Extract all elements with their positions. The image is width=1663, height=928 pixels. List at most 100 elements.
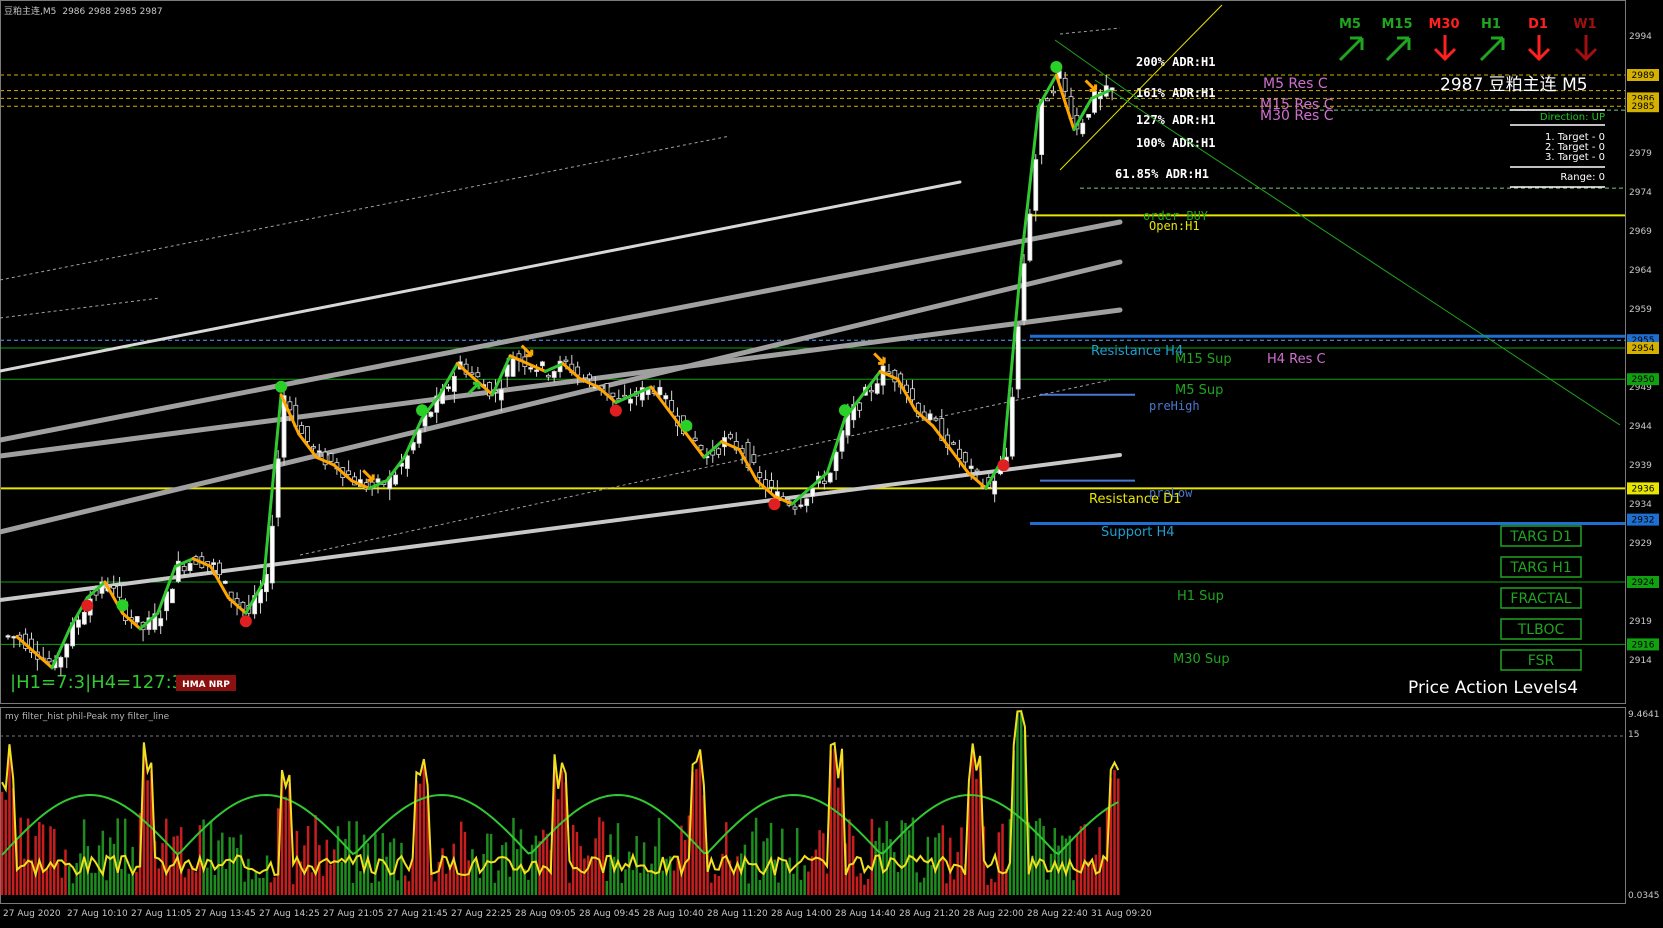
signal-arrow-down	[873, 352, 886, 365]
target-3-label: 3. Target - 0	[1545, 152, 1605, 163]
price-marker-label: 2954	[1632, 344, 1655, 354]
candle-body	[545, 374, 551, 378]
candle-body	[64, 643, 70, 658]
indicator-button-targ-d1[interactable]: TARG D1	[1500, 525, 1582, 547]
indicator-button-fsr[interactable]: FSR	[1500, 649, 1582, 671]
time-tick-label: 28 Aug 14:00	[771, 909, 832, 919]
time-tick-label: 28 Aug 14:40	[835, 909, 896, 919]
candle-body	[792, 506, 798, 510]
time-tick-label: 28 Aug 22:00	[963, 909, 1024, 919]
arrow-up-icon	[1338, 36, 1364, 62]
candle-body	[1080, 122, 1086, 135]
candle-body	[727, 433, 733, 439]
price-tick-label: 2969	[1629, 227, 1652, 237]
signal-dot-buy	[838, 404, 851, 417]
time-tick-label: 27 Aug 22:25	[451, 909, 512, 919]
candle-body	[81, 611, 87, 625]
candle-body	[1086, 113, 1092, 118]
m5-res-label: M5 Res C	[1263, 76, 1328, 92]
candle-body	[305, 426, 310, 442]
candle-body	[1009, 396, 1015, 457]
adr-label: 161% ADR:H1	[1136, 86, 1215, 100]
time-axis: 27 Aug 2020 27 Aug 10:10 27 Aug 11:05 27 Au…	[3, 909, 1152, 919]
price-tick-label: 2939	[1629, 461, 1652, 471]
candle-body	[827, 472, 833, 483]
candle-body	[316, 450, 322, 453]
signal-arrow-down	[1084, 79, 1098, 92]
resistance-d1-label: Resistance D1	[1089, 492, 1181, 507]
open-h1-label: Open:H1	[1149, 219, 1200, 233]
candle-body	[58, 657, 64, 668]
price-tick-label: 2959	[1629, 305, 1652, 315]
signal-dot-buy	[116, 599, 129, 612]
candle-body	[498, 389, 504, 401]
arrow-down-icon	[1527, 35, 1551, 62]
candle-body	[874, 383, 880, 394]
candle-body	[158, 618, 164, 627]
symbol-label: 2987 豆粕主连 M5	[1440, 75, 1588, 95]
timeframe-label: W1	[1573, 17, 1596, 32]
hma-nrp-text: HMA NRP	[182, 680, 230, 690]
price-tick-label: 2914	[1629, 656, 1652, 666]
candle-body	[992, 480, 998, 495]
chart-canvas[interactable]: 豆粕主连,M5 2986 2988 2985 2987 M5 Res C M15 …	[0, 0, 1663, 924]
arrow-down-icon	[1574, 35, 1598, 62]
adr-label: 200% ADR:H1	[1136, 55, 1215, 69]
price-action-label: Price Action Levels4	[1408, 678, 1578, 698]
candle-body	[187, 563, 193, 572]
h4-res-label: H4 Res C	[1267, 352, 1326, 367]
sub-axis-top: 9.4641	[1628, 710, 1660, 720]
price-marker-label: 2932	[1632, 516, 1655, 526]
signal-dot-buy	[1050, 61, 1063, 73]
channel-line	[0, 297, 161, 319]
candle-body	[510, 358, 516, 377]
levels-layer	[0, 74, 1625, 645]
signal-dot-sell	[239, 615, 252, 628]
sub-window-title: my filter_hist phil-Peak my filter_line	[5, 712, 170, 722]
window-title: 豆粕主连,M5 2986 2988 2985 2987	[4, 5, 163, 17]
price-tick-label: 2979	[1629, 149, 1652, 159]
signal-dot-sell	[81, 599, 94, 612]
indicator-button-fractal[interactable]: FRACTAL	[1500, 587, 1582, 609]
time-tick-label: 27 Aug 21:45	[387, 909, 448, 919]
candle-body	[833, 451, 839, 472]
candle-body	[663, 395, 669, 400]
candle-body	[868, 389, 874, 393]
signal-arrow-down	[362, 469, 375, 482]
candle-body	[269, 525, 275, 584]
channel-layer	[0, 4, 1621, 602]
candle-body	[1015, 326, 1021, 390]
price-tick-label: 2974	[1629, 188, 1652, 198]
indicator-button-tlboc[interactable]: TLBOC	[1500, 618, 1582, 640]
candle-body	[1045, 98, 1050, 102]
candle-body	[587, 374, 592, 380]
candle-body	[375, 478, 381, 483]
candle-body	[275, 458, 281, 518]
time-tick-label: 28 Aug 22:40	[1027, 909, 1088, 919]
candle-body	[534, 369, 539, 372]
arrow-down-icon	[1433, 35, 1457, 62]
arrow-up-icon	[1479, 36, 1505, 62]
candle-body	[393, 474, 399, 485]
arrow-up-icon	[1385, 36, 1411, 62]
sub-axis-mid: 15	[1628, 730, 1639, 740]
chart-window[interactable]: 豆粕主连,M5 2986 2988 2985 2987 M5 Res C M15 …	[0, 0, 1663, 924]
button-label: FSR	[1528, 653, 1555, 669]
candle-body	[821, 480, 827, 484]
ratio-label: |H1=7:3|H4=127:3	[10, 672, 183, 693]
candle-body	[551, 371, 557, 378]
candle-body	[880, 365, 886, 386]
candle-body	[968, 465, 974, 469]
adr-label: 100% ADR:H1	[1136, 136, 1215, 150]
m15-sup-label: M15 Sup	[1175, 352, 1232, 367]
timeframe-label: H1	[1481, 17, 1501, 32]
time-tick-label: 31 Aug 09:20	[1091, 909, 1152, 919]
indicator-button-targ-h1[interactable]: TARG H1	[1500, 556, 1582, 578]
price-tick-label: 2919	[1629, 617, 1652, 627]
channel-line	[0, 135, 731, 281]
time-tick-label: 28 Aug 09:45	[579, 909, 640, 919]
candle-body	[1039, 99, 1045, 155]
channel-line	[0, 453, 1122, 602]
candles-layer	[5, 69, 1115, 677]
button-label: TARG D1	[1509, 529, 1572, 545]
